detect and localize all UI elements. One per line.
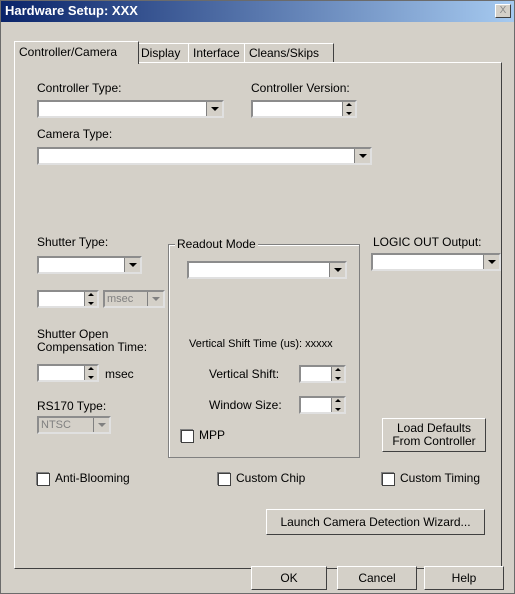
hardware-setup-dialog: Hardware Setup: XXX X Controller/Camera … <box>0 0 515 594</box>
controller-version-stepper[interactable] <box>251 100 357 118</box>
spin-arrows-icon[interactable] <box>331 398 344 412</box>
shutter-compensation-unit: msec <box>105 367 134 381</box>
chevron-down-icon[interactable] <box>354 149 370 163</box>
close-button[interactable]: X <box>495 4 511 18</box>
rs170-type-value: NTSC <box>41 419 71 431</box>
tab-controller-camera[interactable]: Controller/Camera <box>14 41 139 64</box>
chevron-down-icon[interactable] <box>483 255 499 269</box>
chevron-down-icon[interactable] <box>124 258 140 272</box>
camera-type-label: Camera Type: <box>37 127 113 141</box>
vertical-shift-time-label: Vertical Shift Time (us): xxxxx <box>189 338 333 350</box>
ok-button[interactable]: OK <box>251 566 327 590</box>
shutter-type-select[interactable] <box>37 256 142 274</box>
anti-blooming-checkbox[interactable] <box>37 473 50 486</box>
readout-mode-group-title: Readout Mode <box>175 237 258 251</box>
shutter-type-label: Shutter Type: <box>37 235 109 249</box>
mpp-label: MPP <box>199 428 226 442</box>
window-title: Hardware Setup: XXX <box>5 3 138 18</box>
spin-arrows-icon[interactable] <box>84 366 97 380</box>
title-bar[interactable]: Hardware Setup: XXX X <box>1 1 514 22</box>
mpp-checkbox[interactable] <box>181 430 194 443</box>
tab-label: Display <box>141 46 181 60</box>
chevron-down-icon[interactable] <box>329 263 345 277</box>
load-defaults-line2: From Controller <box>392 434 476 448</box>
window-size-stepper[interactable] <box>299 396 346 414</box>
controller-type-label: Controller Type: <box>37 81 122 95</box>
shutter-compensation-label-line2: Compensation Time: <box>37 340 148 354</box>
readout-mode-select[interactable] <box>187 261 347 279</box>
anti-blooming-label: Anti-Blooming <box>55 471 130 485</box>
camera-type-select[interactable] <box>37 147 372 165</box>
spin-arrows-icon[interactable] <box>331 367 344 381</box>
chevron-down-icon[interactable] <box>206 102 222 116</box>
tab-label: Interface <box>193 46 240 60</box>
shutter-time-stepper[interactable] <box>37 290 99 308</box>
shutter-compensation-label: Shutter Open Compensation Time: <box>37 328 147 354</box>
rs170-type-select: NTSC <box>37 416 111 434</box>
controller-type-select[interactable] <box>37 100 224 118</box>
controller-version-label: Controller Version: <box>251 81 350 95</box>
tab-cleans-skips[interactable]: Cleans/Skips <box>244 43 334 63</box>
launch-camera-detection-wizard-button[interactable]: Launch Camera Detection Wizard... <box>266 509 485 535</box>
window-size-label: Window Size: <box>209 398 282 412</box>
custom-chip-checkbox[interactable] <box>218 473 231 486</box>
custom-chip-label: Custom Chip <box>236 471 306 485</box>
chevron-down-icon <box>147 292 163 306</box>
tab-label: Cleans/Skips <box>249 46 320 60</box>
vertical-shift-stepper[interactable] <box>299 365 346 383</box>
custom-timing-label: Custom Timing <box>400 471 481 485</box>
spin-arrows-icon[interactable] <box>84 292 97 306</box>
controller-camera-panel: Controller Type: Controller Version: Cam… <box>14 62 502 569</box>
cancel-button[interactable]: Cancel <box>337 566 417 590</box>
load-defaults-button[interactable]: Load Defaults From Controller <box>382 418 486 452</box>
shutter-compensation-stepper[interactable] <box>37 364 99 382</box>
tab-label: Controller/Camera <box>19 45 118 59</box>
vertical-shift-label: Vertical Shift: <box>209 367 280 381</box>
logic-out-label: LOGIC OUT Output: <box>373 235 482 249</box>
spin-arrows-icon[interactable] <box>342 102 355 116</box>
chevron-down-icon <box>93 418 109 432</box>
shutter-unit-value: msec <box>107 293 134 305</box>
shutter-unit-select: msec <box>103 290 165 308</box>
logic-out-select[interactable] <box>371 253 501 271</box>
custom-timing-checkbox[interactable] <box>382 473 395 486</box>
rs170-type-label: RS170 Type: <box>37 399 107 413</box>
help-button[interactable]: Help <box>424 566 504 590</box>
readout-mode-group: Readout Mode Vertical Shift Time (us): x… <box>168 237 360 458</box>
